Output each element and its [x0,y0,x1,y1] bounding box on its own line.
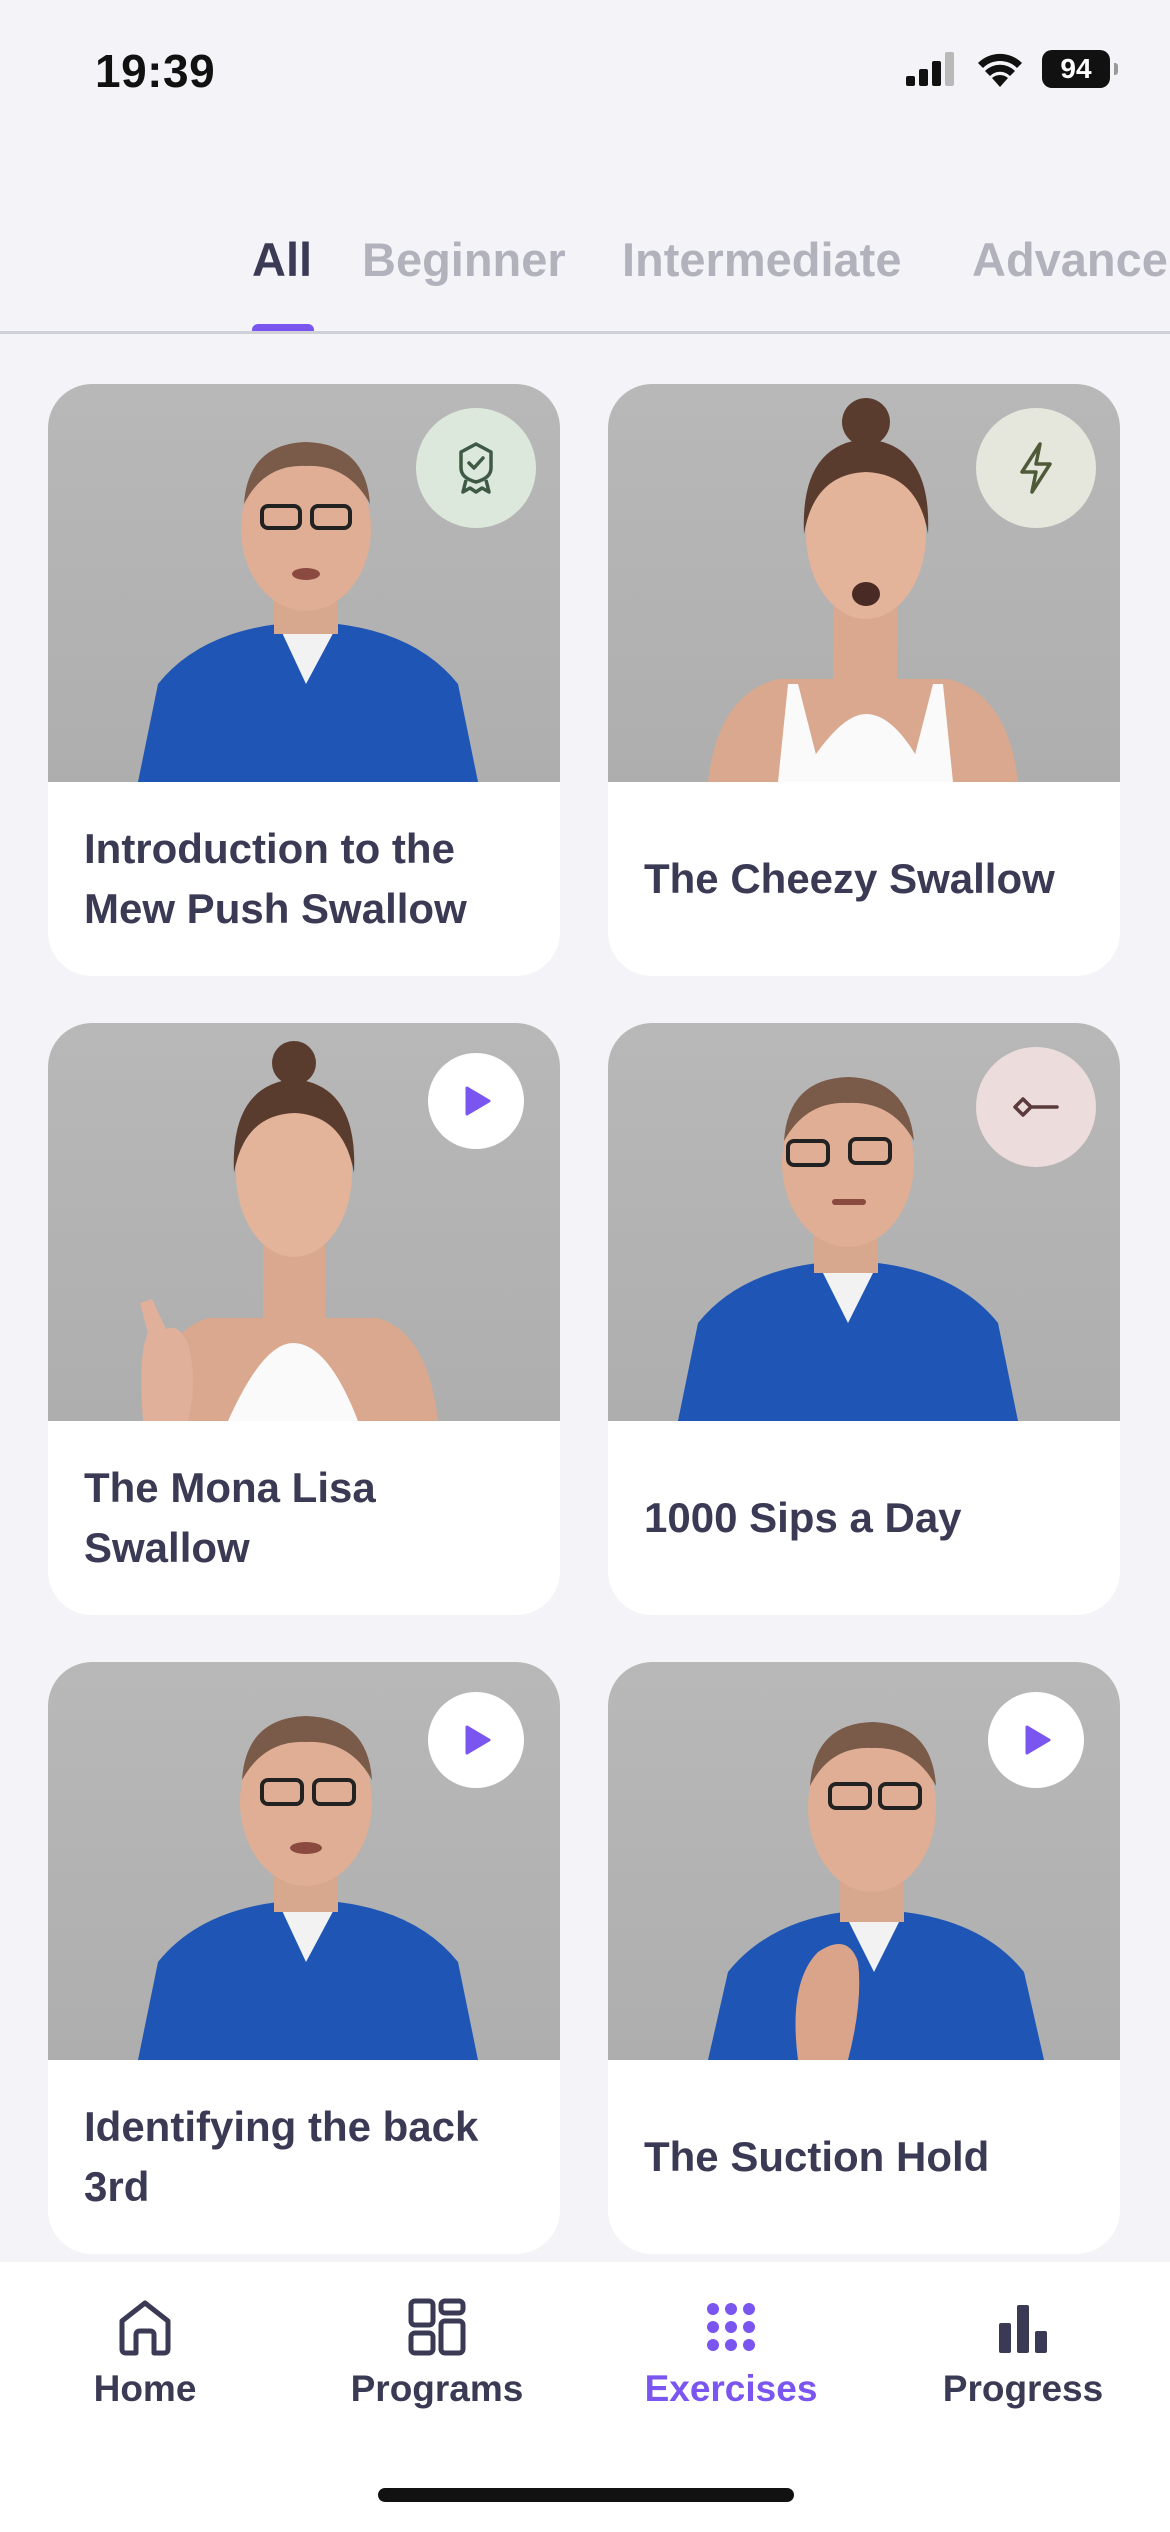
exercise-card[interactable]: Identifying the back 3rd [48,1662,560,2254]
nav-exercises[interactable]: Exercises [586,2292,876,2410]
battery-level: 94 [1060,53,1092,84]
play-icon [465,1086,491,1116]
exercise-title: Introduction to the Mew Push Swallow [84,825,467,932]
status-icons: 94 [906,50,1118,88]
play-icon [1025,1725,1051,1755]
bolt-icon [1020,442,1052,494]
exercise-title: Identifying the back 3rd [84,2103,479,2210]
exercise-title: The Mona Lisa Swallow [84,1464,376,1571]
nav-progress[interactable]: Progress [878,2292,1168,2410]
play-button[interactable] [428,1692,524,1788]
exercise-title: The Suction Hold [644,2133,990,2180]
grid-icon [408,2298,466,2356]
nav-label: Programs [350,2368,524,2409]
battery-icon: 94 [1042,50,1118,88]
play-button[interactable] [428,1053,524,1149]
exercise-card[interactable]: The Mona Lisa Swallow [48,1023,560,1615]
nav-label: Progress [942,2368,1104,2409]
tab-beginner[interactable]: Beginner [362,232,566,287]
bar-chart-icon [999,2305,1047,2353]
badge [976,408,1096,528]
exercise-thumbnail [608,1662,1120,2060]
nav-label: Home [93,2368,197,2409]
play-icon [465,1725,491,1755]
badge [976,1047,1096,1167]
dots-grid-icon [707,2303,755,2351]
exercise-thumbnail [608,384,1120,782]
play-button[interactable] [988,1692,1084,1788]
tab-all[interactable]: All [252,232,312,287]
active-tab-indicator [252,324,314,331]
exercise-thumbnail [48,384,560,782]
exercise-card[interactable]: The Suction Hold [608,1662,1120,2254]
status-time: 19:39 [95,45,216,97]
exercise-thumbnail [48,1023,560,1421]
nav-home[interactable]: Home [0,2292,290,2410]
signal-icon [906,52,954,86]
exercise-card[interactable]: The Cheezy Swallow [608,384,1120,976]
badge [416,408,536,528]
nav-label: Exercises [644,2368,818,2409]
tab-advanced[interactable]: Advance [972,232,1168,287]
award-icon [459,442,493,494]
wifi-icon [978,53,1022,87]
home-indicator [378,2488,794,2502]
key-icon [1013,1097,1059,1117]
tab-intermediate[interactable]: Intermediate [622,232,901,287]
exercise-title: 1000 Sips a Day [644,1494,962,1541]
exercise-thumbnail [48,1662,560,2060]
status-bar: 19:39 94 [0,0,1170,150]
home-icon [119,2300,171,2356]
exercise-card[interactable]: 1000 Sips a Day [608,1023,1120,1615]
exercise-card[interactable]: Introduction to the Mew Push Swallow [48,384,560,976]
level-tabs: All Beginner Intermediate Advance [0,220,1170,334]
nav-programs[interactable]: Programs [292,2292,582,2410]
exercise-title: The Cheezy Swallow [644,855,1055,902]
exercise-thumbnail [608,1023,1120,1421]
